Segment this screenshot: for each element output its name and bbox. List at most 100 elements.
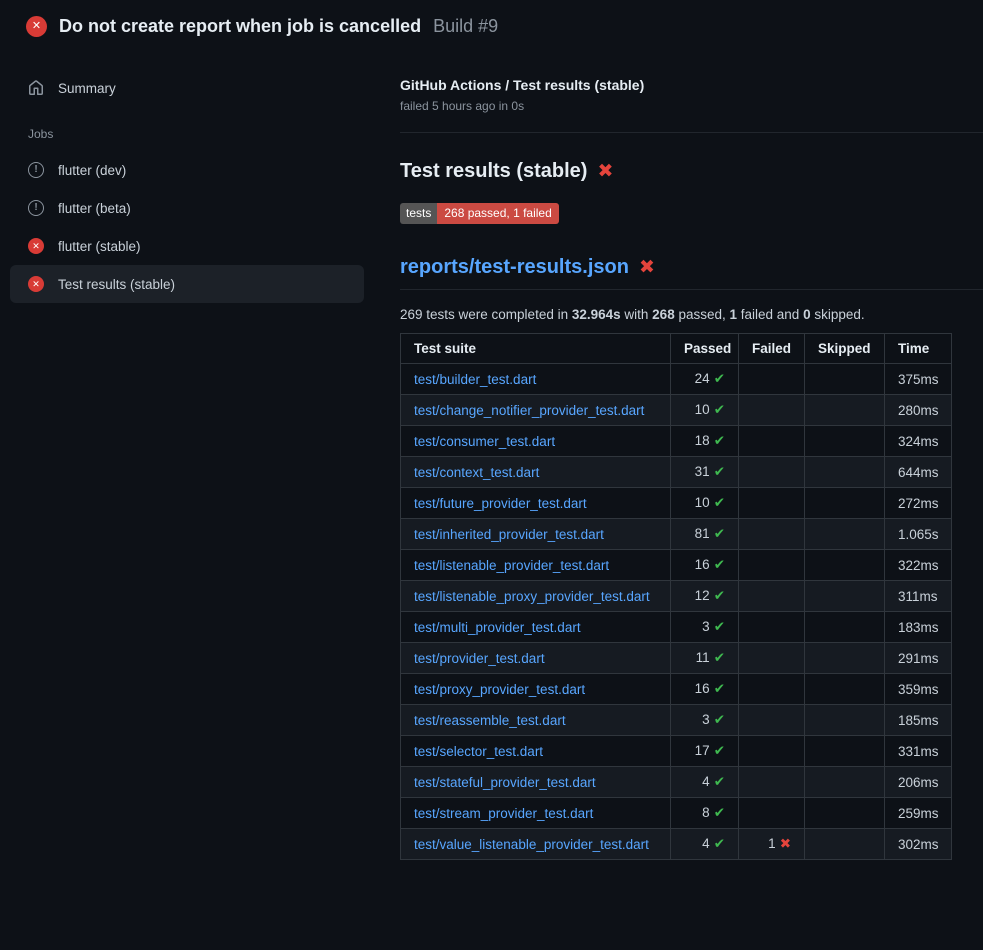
failed-cell <box>739 643 805 674</box>
jobs-section-label: Jobs <box>10 107 364 151</box>
tests-badge: tests 268 passed, 1 failed <box>400 203 559 224</box>
passed-cell: 3✔ <box>671 705 739 736</box>
sidebar-item-label: flutter (beta) <box>58 201 131 216</box>
table-row: test/stream_provider_test.dart8✔259ms <box>401 798 952 829</box>
table-row: test/proxy_provider_test.dart16✔359ms <box>401 674 952 705</box>
summary-passed: 268 <box>652 307 675 322</box>
sidebar-item-flutter-beta[interactable]: ! flutter (beta) <box>10 189 364 227</box>
failed-cell <box>739 395 805 426</box>
test-suite-cell: test/provider_test.dart <box>401 643 671 674</box>
passed-cell: 4✔ <box>671 829 739 860</box>
time-cell: 206ms <box>885 767 952 798</box>
time-cell: 322ms <box>885 550 952 581</box>
failed-cell: 1✖ <box>739 829 805 860</box>
pass-check-icon: ✔ <box>714 464 725 479</box>
failed-cell <box>739 581 805 612</box>
header-divider <box>400 132 983 133</box>
run-title: Do not create report when job is cancell… <box>59 16 421 37</box>
failed-cell <box>739 488 805 519</box>
test-suite-link[interactable]: test/inherited_provider_test.dart <box>414 527 604 542</box>
test-suite-link[interactable]: test/future_provider_test.dart <box>414 496 587 511</box>
test-suite-cell: test/listenable_provider_test.dart <box>401 550 671 581</box>
test-suite-link[interactable]: test/listenable_provider_test.dart <box>414 558 609 573</box>
sidebar-item-test-results-stable[interactable]: ✕ Test results (stable) <box>10 265 364 303</box>
test-suite-cell: test/multi_provider_test.dart <box>401 612 671 643</box>
sidebar-item-flutter-dev[interactable]: ! flutter (dev) <box>10 151 364 189</box>
table-row: test/multi_provider_test.dart3✔183ms <box>401 612 952 643</box>
summary-text: passed, <box>675 307 730 322</box>
test-suite-link[interactable]: test/stateful_provider_test.dart <box>414 775 596 790</box>
table-row: test/value_listenable_provider_test.dart… <box>401 829 952 860</box>
time-cell: 359ms <box>885 674 952 705</box>
pass-check-icon: ✔ <box>714 743 725 758</box>
run-header: ✕ Do not create report when job is cance… <box>0 0 983 51</box>
summary-text: skipped. <box>811 307 865 322</box>
failed-status-icon: ✕ <box>28 238 44 254</box>
test-suite-link[interactable]: test/change_notifier_provider_test.dart <box>414 403 644 418</box>
summary-failed: 1 <box>730 307 738 322</box>
table-row: test/listenable_proxy_provider_test.dart… <box>401 581 952 612</box>
failed-cell <box>739 798 805 829</box>
test-suite-link[interactable]: test/multi_provider_test.dart <box>414 620 581 635</box>
test-suite-link[interactable]: test/reassemble_test.dart <box>414 713 566 728</box>
table-row: test/change_notifier_provider_test.dart1… <box>401 395 952 426</box>
sidebar-item-flutter-stable[interactable]: ✕ flutter (stable) <box>10 227 364 265</box>
passed-cell: 10✔ <box>671 488 739 519</box>
test-suite-link[interactable]: test/selector_test.dart <box>414 744 543 759</box>
test-suite-link[interactable]: test/stream_provider_test.dart <box>414 806 593 821</box>
summary-prefix: 269 tests were completed in <box>400 307 572 322</box>
table-row: test/provider_test.dart11✔291ms <box>401 643 952 674</box>
table-row: test/listenable_provider_test.dart 16✔ 322… <box>401 550 952 581</box>
time-cell: 272ms <box>885 488 952 519</box>
sidebar-item-label: flutter (stable) <box>58 239 141 254</box>
test-suite-link[interactable]: test/builder_test.dart <box>414 372 536 387</box>
passed-cell: 3✔ <box>671 612 739 643</box>
section-title: Test results (stable) <box>400 160 587 183</box>
failed-x-icon: ✖ <box>597 162 613 181</box>
test-suite-link[interactable]: test/proxy_provider_test.dart <box>414 682 585 697</box>
results-table-body: test/builder_test.dart24✔375mstest/chang… <box>401 364 952 860</box>
sidebar-item-label: flutter (dev) <box>58 163 126 178</box>
table-row: test/future_provider_test.dart 10✔ 272ms <box>401 488 952 519</box>
skipped-cell <box>805 612 885 643</box>
skipped-cell <box>805 581 885 612</box>
sidebar-item-summary[interactable]: Summary <box>10 69 364 107</box>
pass-check-icon: ✔ <box>714 557 725 572</box>
passed-cell: 24✔ <box>671 364 739 395</box>
table-row: test/selector_test.dart17✔331ms <box>401 736 952 767</box>
pass-check-icon: ✔ <box>714 836 725 851</box>
skipped-cell <box>805 736 885 767</box>
summary-skipped: 0 <box>803 307 811 322</box>
sidebar: Summary Jobs ! flutter (dev) ! flutter (… <box>0 51 400 303</box>
pass-check-icon: ✔ <box>714 805 725 820</box>
skipped-cell <box>805 798 885 829</box>
run-build-number: Build #9 <box>433 16 498 37</box>
test-suite-link[interactable]: test/listenable_proxy_provider_test.dart <box>414 589 650 604</box>
pass-check-icon: ✔ <box>714 650 725 665</box>
test-suite-link[interactable]: test/consumer_test.dart <box>414 434 555 449</box>
sidebar-item-label: Test results (stable) <box>58 277 175 292</box>
test-suite-link[interactable]: test/value_listenable_provider_test.dart <box>414 837 649 852</box>
col-header-test-suite: Test suite <box>401 334 671 364</box>
section-heading: Test results (stable) ✖ <box>400 160 983 183</box>
report-file-link[interactable]: reports/test-results.json <box>400 256 629 279</box>
report-heading-wrap: reports/test-results.json ✖ <box>400 256 983 290</box>
summary-line: 269 tests were completed in 32.964s with… <box>400 307 983 322</box>
skipped-cell <box>805 364 885 395</box>
test-suite-cell: test/reassemble_test.dart <box>401 705 671 736</box>
home-icon <box>28 80 44 96</box>
test-suite-link[interactable]: test/provider_test.dart <box>414 651 545 666</box>
failed-cell <box>739 612 805 643</box>
run-status-line: failed 5 hours ago in 0s <box>400 99 983 113</box>
passed-cell: 12✔ <box>671 581 739 612</box>
summary-duration: 32.964s <box>572 307 621 322</box>
pass-check-icon: ✔ <box>714 712 725 727</box>
test-suite-link[interactable]: test/context_test.dart <box>414 465 539 480</box>
pass-check-icon: ✔ <box>714 774 725 789</box>
passed-cell: 16✔ <box>671 550 739 581</box>
skipped-cell <box>805 457 885 488</box>
test-suite-cell: test/stateful_provider_test.dart <box>401 767 671 798</box>
time-cell: 280ms <box>885 395 952 426</box>
table-row: test/stateful_provider_test.dart4✔206ms <box>401 767 952 798</box>
passed-cell: 8✔ <box>671 798 739 829</box>
